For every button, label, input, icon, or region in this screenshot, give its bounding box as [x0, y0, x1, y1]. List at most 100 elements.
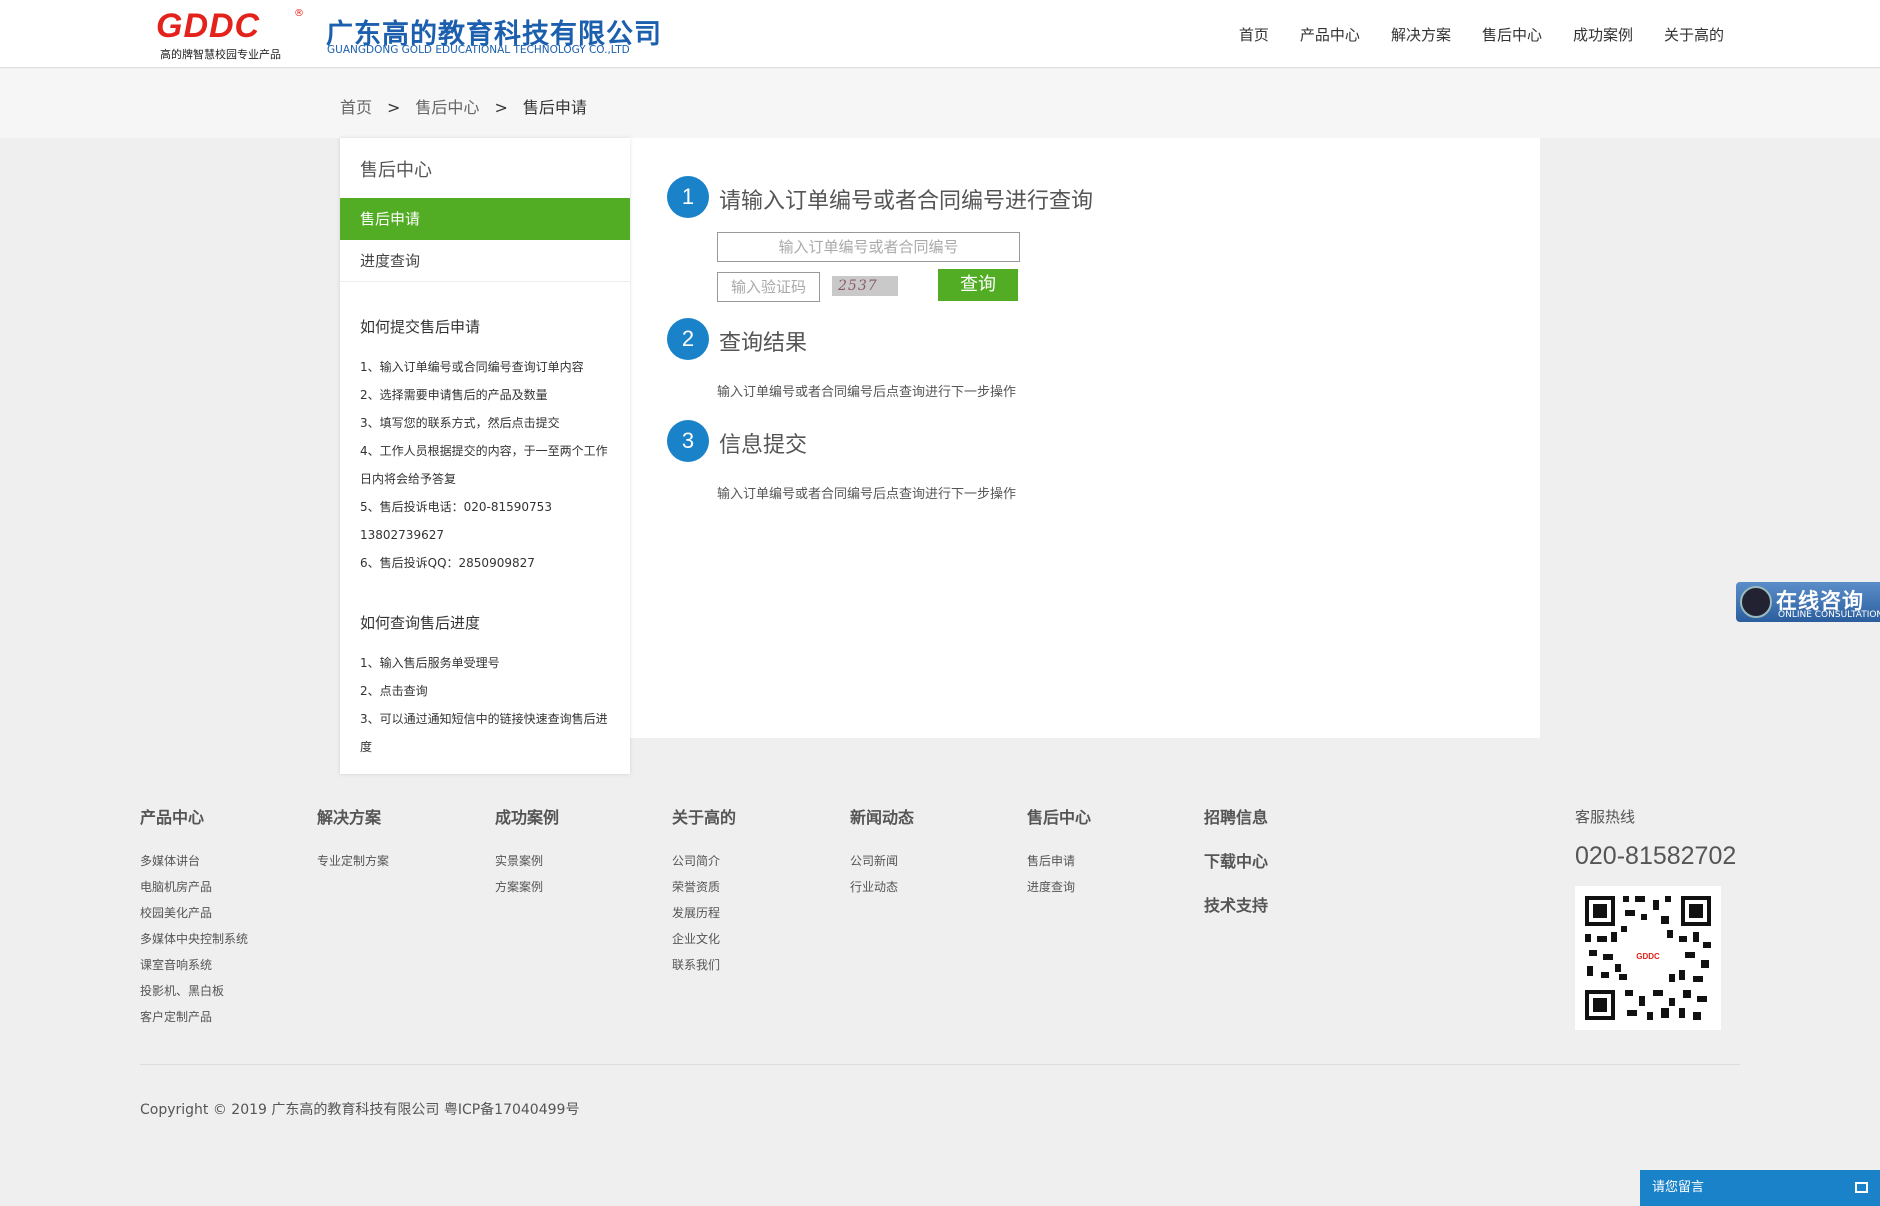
- footer-link[interactable]: 实景案例: [495, 848, 559, 874]
- captcha-input[interactable]: 输入验证码: [717, 272, 820, 302]
- footer-link[interactable]: 多媒体讲台: [140, 848, 248, 874]
- footer-col-title[interactable]: 产品中心: [140, 804, 248, 828]
- howto-line: 2、点击查询: [360, 684, 428, 698]
- footer-link[interactable]: 联系我们: [672, 952, 736, 978]
- footer-link[interactable]: 投影机、黑白板: [140, 978, 248, 1004]
- footer-divider: [140, 1064, 1740, 1065]
- nav-products[interactable]: 产品中心: [1300, 24, 1360, 45]
- howto-query-section: 如何查询售后进度 1、输入售后服务单受理号 2、点击查询 3、可以通过通知短信中…: [360, 612, 620, 761]
- breadcrumb-band: [0, 69, 1880, 138]
- hotline-number: 020-81582702: [1575, 842, 1737, 870]
- logo-registered-mark: ®: [294, 8, 304, 19]
- site-header: GDDC ® 高的牌智慧校园专业产品 广东高的教育科技有限公司 GUANGDON…: [0, 0, 1880, 68]
- howto-line: 13802739627: [360, 528, 444, 542]
- nav-about[interactable]: 关于高的: [1664, 24, 1724, 45]
- hotline-label: 客服热线: [1575, 808, 1636, 826]
- howto-line: 1、输入售后服务单受理号: [360, 656, 500, 670]
- leave-message-label: 请您留言: [1652, 1180, 1705, 1195]
- footer-col-cases: 成功案例 实景案例 方案案例: [495, 804, 559, 900]
- submit-hint: 输入订单编号或者合同编号后点查询进行下一步操作: [717, 487, 1017, 502]
- order-number-input[interactable]: 输入订单编号或者合同编号: [717, 232, 1020, 262]
- nav-solutions[interactable]: 解决方案: [1391, 24, 1451, 45]
- consult-label-en: ONLINE CONSULTATION: [1778, 610, 1880, 620]
- footer-link-support[interactable]: 技术支持: [1204, 892, 1268, 916]
- footer-link[interactable]: 公司简介: [672, 848, 736, 874]
- footer-link[interactable]: 多媒体中央控制系统: [140, 926, 248, 952]
- footer-col-about: 关于高的 公司简介 荣誉资质 发展历程 企业文化 联系我们: [672, 804, 736, 978]
- footer-extra-links: 招聘信息 下载中心 技术支持: [1204, 804, 1268, 936]
- breadcrumb-separator: >: [494, 98, 508, 117]
- result-hint: 输入订单编号或者合同编号后点查询进行下一步操作: [717, 385, 1017, 400]
- nav-home[interactable]: 首页: [1239, 24, 1269, 45]
- footer-link[interactable]: 电脑机房产品: [140, 874, 248, 900]
- breadcrumb-section[interactable]: 售后中心: [415, 98, 479, 117]
- footer-link[interactable]: 专业定制方案: [317, 848, 389, 874]
- footer-col-solutions: 解决方案 专业定制方案: [317, 804, 389, 874]
- step-title: 请输入订单编号或者合同编号进行查询: [719, 189, 1094, 214]
- howto-line: 3、填写您的联系方式，然后点击提交: [360, 416, 560, 430]
- qr-center-logo: GDDC: [1636, 952, 1660, 961]
- copyright: Copyright © 2019 广东高的教育科技有限公司 粤ICP备17040…: [140, 1102, 580, 1118]
- brand-logo[interactable]: GDDC ® 高的牌智慧校园专业产品: [156, 7, 306, 61]
- captcha-image[interactable]: 2537: [832, 276, 898, 296]
- company-name-en: GUANGDONG GOLD EDUCATIONAL TECHNOLOGY CO…: [327, 44, 630, 56]
- footer-link[interactable]: 课室音响系统: [140, 952, 248, 978]
- step-title: 查询结果: [719, 331, 808, 356]
- footer-col-title[interactable]: 成功案例: [495, 804, 559, 828]
- howto-line: 度: [360, 740, 373, 754]
- howto-line: 1、输入订单编号或合同编号查询订单内容: [360, 360, 584, 374]
- footer-link[interactable]: 发展历程: [672, 900, 736, 926]
- footer-link[interactable]: 企业文化: [672, 926, 736, 952]
- footer-link[interactable]: 荣誉资质: [672, 874, 736, 900]
- footer-col-title[interactable]: 售后中心: [1027, 804, 1091, 828]
- nav-cases[interactable]: 成功案例: [1573, 24, 1633, 45]
- howto-query-title: 如何查询售后进度: [360, 614, 481, 632]
- leave-message-bar[interactable]: 请您留言: [1640, 1170, 1880, 1206]
- footer-col-products: 产品中心 多媒体讲台 电脑机房产品 校园美化产品 多媒体中央控制系统 课室音响系…: [140, 804, 248, 1030]
- step-number-badge: 3: [667, 420, 709, 462]
- footer-col-title[interactable]: 新闻动态: [850, 804, 914, 828]
- logo-subtitle: 高的牌智慧校园专业产品: [160, 48, 281, 61]
- howto-line: 2、选择需要申请售后的产品及数量: [360, 388, 548, 402]
- logo-mark: GDDC: [156, 7, 261, 45]
- footer-link[interactable]: 校园美化产品: [140, 900, 248, 926]
- qr-code: GDDC: [1575, 886, 1721, 1030]
- expand-icon[interactable]: [1855, 1182, 1868, 1193]
- breadcrumb-separator: >: [387, 98, 401, 117]
- footer-link[interactable]: 行业动态: [850, 874, 914, 900]
- footer-link[interactable]: 公司新闻: [850, 848, 914, 874]
- footer-col-title[interactable]: 解决方案: [317, 804, 389, 828]
- howto-line: 4、工作人员根据提交的内容，于一至两个工作: [360, 444, 608, 458]
- main-nav: 首页 产品中心 解决方案 售后中心 成功案例 关于高的: [1208, 24, 1724, 45]
- footer-link[interactable]: 客户定制产品: [140, 1004, 248, 1030]
- step-number-badge: 1: [667, 176, 709, 218]
- howto-line: 3、可以通过通知短信中的链接快速查询售后进: [360, 712, 608, 726]
- footer-link[interactable]: 方案案例: [495, 874, 559, 900]
- breadcrumb-home[interactable]: 首页: [340, 98, 372, 117]
- sidebar-item-progress[interactable]: 进度查询: [340, 240, 630, 282]
- sidebar-item-apply[interactable]: 售后申请: [340, 198, 630, 240]
- breadcrumb: 首页 > 售后中心 > 售后申请: [340, 94, 587, 118]
- footer-col-news: 新闻动态 公司新闻 行业动态: [850, 804, 914, 900]
- footer-link[interactable]: 售后申请: [1027, 848, 1091, 874]
- footer-col-title[interactable]: 关于高的: [672, 804, 736, 828]
- howto-submit-title: 如何提交售后申请: [360, 318, 481, 336]
- step-title: 信息提交: [719, 433, 808, 458]
- headset-icon: [1740, 586, 1772, 618]
- footer-link-jobs[interactable]: 招聘信息: [1204, 804, 1268, 828]
- nav-after-sales[interactable]: 售后中心: [1482, 24, 1542, 45]
- howto-submit-section: 如何提交售后申请 1、输入订单编号或合同编号查询订单内容 2、选择需要申请售后的…: [360, 316, 620, 577]
- breadcrumb-current: 售后申请: [522, 98, 587, 117]
- howto-line: 日内将会给予答复: [360, 472, 457, 486]
- step-number-badge: 2: [667, 318, 709, 360]
- footer-link-downloads[interactable]: 下载中心: [1204, 848, 1268, 872]
- footer-link[interactable]: 进度查询: [1027, 874, 1091, 900]
- sidebar-title: 售后中心: [360, 160, 432, 181]
- howto-line: 5、售后投诉电话：020-81590753: [360, 500, 552, 514]
- online-consult-button[interactable]: 在线咨询 ONLINE CONSULTATION: [1736, 582, 1880, 622]
- qr-code-graphic: GDDC: [1575, 886, 1721, 1030]
- sidebar: 售后中心 售后申请 进度查询 如何提交售后申请 1、输入订单编号或合同编号查询订…: [340, 138, 630, 774]
- query-button[interactable]: 查询: [938, 269, 1018, 301]
- howto-line: 6、售后投诉QQ：2850909827: [360, 556, 535, 570]
- footer-col-after-sales: 售后中心 售后申请 进度查询: [1027, 804, 1091, 900]
